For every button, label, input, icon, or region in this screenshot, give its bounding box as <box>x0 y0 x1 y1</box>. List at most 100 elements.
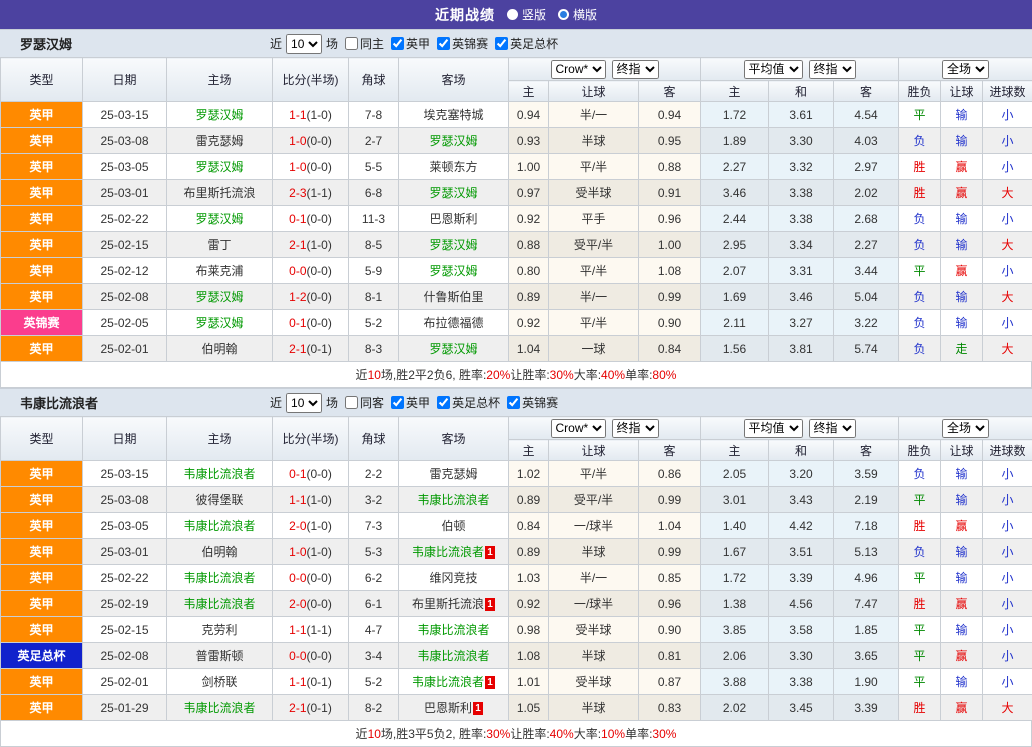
crown-away-odds: 0.94 <box>639 102 701 128</box>
score-link[interactable]: 2-1(0-1) <box>273 695 349 721</box>
away-team-link[interactable]: 巴恩斯利1 <box>399 695 509 721</box>
average-stage-select[interactable]: 终指 <box>809 419 856 438</box>
league-checkbox-1[interactable] <box>391 37 404 50</box>
home-team-link[interactable]: 罗瑟汉姆 <box>167 206 273 232</box>
crown-handicap: 半/一 <box>549 284 639 310</box>
same-venue-filter[interactable]: 同主 <box>345 35 384 52</box>
home-team-link[interactable]: 雷丁 <box>167 232 273 258</box>
bookmaker-select[interactable]: Crow* <box>551 419 606 438</box>
away-team-link[interactable]: 雷克瑟姆 <box>399 461 509 487</box>
home-team-link[interactable]: 韦康比流浪者 <box>167 565 273 591</box>
avg-away-odds: 3.22 <box>834 310 899 336</box>
away-team-link[interactable]: 维冈竞技 <box>399 565 509 591</box>
home-team-link[interactable]: 罗瑟汉姆 <box>167 154 273 180</box>
home-team-link[interactable]: 韦康比流浪者 <box>167 591 273 617</box>
result-scope-select[interactable]: 全场 <box>942 60 989 79</box>
halftime-score: (0-0) <box>307 467 332 481</box>
home-team-link[interactable]: 剑桥联 <box>167 669 273 695</box>
fulltime-score: 2-3 <box>289 186 306 200</box>
league-checkbox-2[interactable] <box>437 37 450 50</box>
home-team-link[interactable]: 布里斯托流浪 <box>167 180 273 206</box>
home-team-link[interactable]: 普雷斯顿 <box>167 643 273 669</box>
league-checkbox-3[interactable] <box>495 37 508 50</box>
home-team-link[interactable]: 罗瑟汉姆 <box>167 102 273 128</box>
away-team-link[interactable]: 埃克塞特城 <box>399 102 509 128</box>
away-team-link[interactable]: 罗瑟汉姆 <box>399 128 509 154</box>
average-stage-select[interactable]: 终指 <box>809 60 856 79</box>
recent-count-select[interactable]: 10 <box>286 393 322 413</box>
away-team-link[interactable]: 什鲁斯伯里 <box>399 284 509 310</box>
score-link[interactable]: 2-1(0-1) <box>273 336 349 362</box>
away-team-link[interactable]: 罗瑟汉姆 <box>399 232 509 258</box>
away-team-link[interactable]: 莱顿东方 <box>399 154 509 180</box>
league-checkbox-3[interactable] <box>507 396 520 409</box>
away-team-link[interactable]: 罗瑟汉姆 <box>399 336 509 362</box>
avg-draw-odds: 3.27 <box>769 310 834 336</box>
score-link[interactable]: 2-0(1-0) <box>273 513 349 539</box>
recent-count-select[interactable]: 10 <box>286 34 322 54</box>
average-odds-select[interactable]: 平均值 <box>744 419 803 438</box>
score-link[interactable]: 0-0(0-0) <box>273 258 349 284</box>
away-team-link[interactable]: 罗瑟汉姆 <box>399 180 509 206</box>
result-scope-select[interactable]: 全场 <box>942 419 989 438</box>
score-link[interactable]: 1-1(1-0) <box>273 487 349 513</box>
bookmaker-select[interactable]: Crow* <box>551 60 606 79</box>
score-link[interactable]: 1-1(1-1) <box>273 617 349 643</box>
home-team-link[interactable]: 伯明翰 <box>167 336 273 362</box>
home-team-link[interactable]: 罗瑟汉姆 <box>167 310 273 336</box>
average-odds-select[interactable]: 平均值 <box>744 60 803 79</box>
radio-icon-horizontal[interactable] <box>558 9 569 20</box>
league-checkbox-1[interactable] <box>391 396 404 409</box>
league-filter-1[interactable]: 英甲 <box>391 35 430 52</box>
crown-stage-select[interactable]: 终指 <box>612 419 659 438</box>
date-cell: 25-03-01 <box>83 539 167 565</box>
radio-icon-vertical[interactable] <box>507 9 518 20</box>
score-link[interactable]: 1-0(1-0) <box>273 539 349 565</box>
league-filter-1[interactable]: 英甲 <box>391 394 430 411</box>
away-team-link[interactable]: 布里斯托流浪1 <box>399 591 509 617</box>
league-filter-3[interactable]: 英足总杯 <box>495 35 558 52</box>
home-team-link[interactable]: 彼得堡联 <box>167 487 273 513</box>
home-team-link[interactable]: 韦康比流浪者 <box>167 513 273 539</box>
score-link[interactable]: 1-1(1-0) <box>273 102 349 128</box>
home-team-link[interactable]: 韦康比流浪者 <box>167 461 273 487</box>
same-venue-filter[interactable]: 同客 <box>345 394 384 411</box>
away-team-link[interactable]: 布拉德福德 <box>399 310 509 336</box>
home-team-link[interactable]: 克劳利 <box>167 617 273 643</box>
score-link[interactable]: 2-0(0-0) <box>273 591 349 617</box>
same-venue-checkbox[interactable] <box>345 37 358 50</box>
league-checkbox-2[interactable] <box>437 396 450 409</box>
crown-stage-select[interactable]: 终指 <box>612 60 659 79</box>
league-filter-3[interactable]: 英锦赛 <box>507 394 558 411</box>
away-team-link[interactable]: 罗瑟汉姆 <box>399 258 509 284</box>
layout-horizontal-option[interactable]: 横版 <box>558 6 597 23</box>
same-venue-checkbox[interactable] <box>345 396 358 409</box>
away-team-link[interactable]: 韦康比流浪者1 <box>399 539 509 565</box>
score-link[interactable]: 0-0(0-0) <box>273 643 349 669</box>
score-link[interactable]: 2-3(1-1) <box>273 180 349 206</box>
score-link[interactable]: 1-1(0-1) <box>273 669 349 695</box>
away-team-link[interactable]: 韦康比流浪者1 <box>399 669 509 695</box>
league-filter-2[interactable]: 英足总杯 <box>437 394 500 411</box>
home-team-link[interactable]: 雷克瑟姆 <box>167 128 273 154</box>
away-team-link[interactable]: 巴恩斯利 <box>399 206 509 232</box>
away-team-link[interactable]: 伯顿 <box>399 513 509 539</box>
away-team-link[interactable]: 韦康比流浪者 <box>399 643 509 669</box>
score-link[interactable]: 2-1(1-0) <box>273 232 349 258</box>
home-team-link[interactable]: 罗瑟汉姆 <box>167 284 273 310</box>
league-filter-2[interactable]: 英锦赛 <box>437 35 488 52</box>
avg-away-odds: 2.27 <box>834 232 899 258</box>
score-link[interactable]: 0-1(0-0) <box>273 206 349 232</box>
layout-vertical-option[interactable]: 竖版 <box>507 6 546 23</box>
score-link[interactable]: 1-0(0-0) <box>273 154 349 180</box>
away-team-link[interactable]: 韦康比流浪者 <box>399 487 509 513</box>
home-team-link[interactable]: 伯明翰 <box>167 539 273 565</box>
home-team-link[interactable]: 布莱克浦 <box>167 258 273 284</box>
score-link[interactable]: 0-1(0-0) <box>273 461 349 487</box>
away-team-link[interactable]: 韦康比流浪者 <box>399 617 509 643</box>
score-link[interactable]: 1-0(0-0) <box>273 128 349 154</box>
home-team-link[interactable]: 韦康比流浪者 <box>167 695 273 721</box>
score-link[interactable]: 1-2(0-0) <box>273 284 349 310</box>
score-link[interactable]: 0-0(0-0) <box>273 565 349 591</box>
score-link[interactable]: 0-1(0-0) <box>273 310 349 336</box>
